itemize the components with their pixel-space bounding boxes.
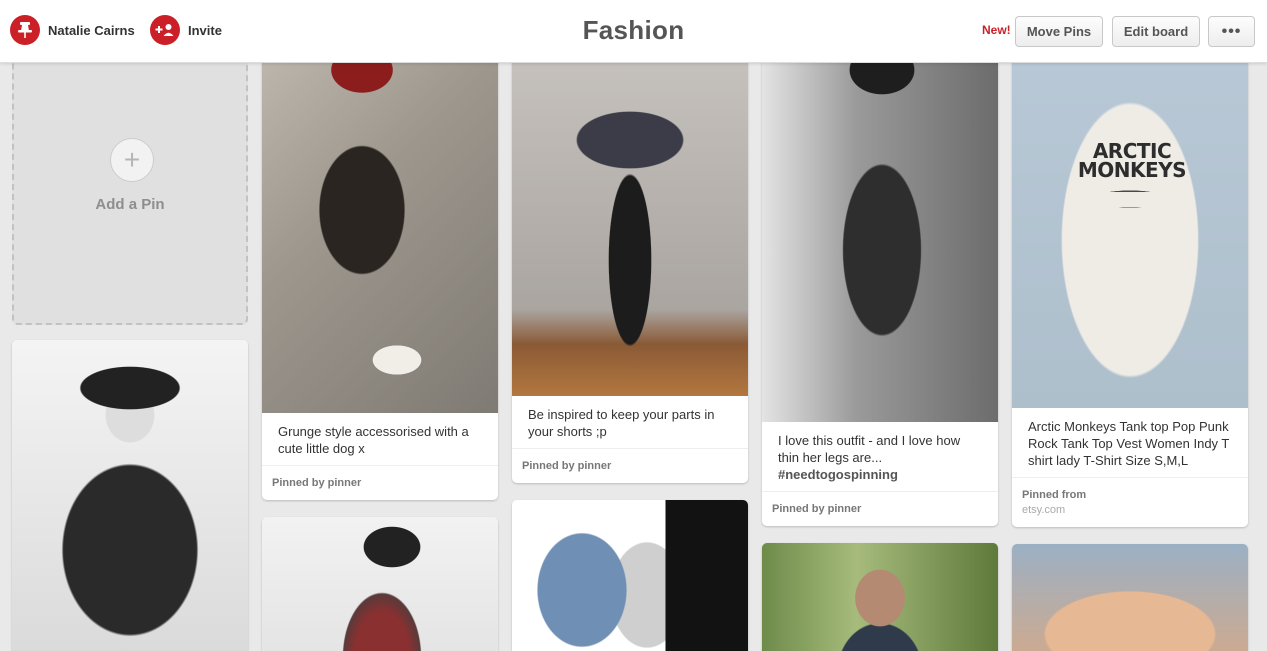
pin-card[interactable]: I love this outfit - and I love how thin… xyxy=(762,50,998,526)
pin-image[interactable] xyxy=(1012,544,1248,651)
pin-card[interactable]: Grunge style accessorised with a cute li… xyxy=(262,50,498,500)
pin-image[interactable]: ARCTIC MONKEYS xyxy=(1012,50,1248,408)
pin-image[interactable] xyxy=(12,340,248,651)
pin-card[interactable]: ARCTIC MONKEYS Arctic Monkeys Tank top P… xyxy=(1012,50,1248,527)
pin-card[interactable] xyxy=(512,500,748,651)
sound-wave-graphic xyxy=(1077,190,1183,300)
pinned-by[interactable]: Pinned by pinner xyxy=(262,465,498,500)
pin-card[interactable] xyxy=(1012,544,1248,651)
pinned-by[interactable]: Pinned by pinner xyxy=(762,491,998,526)
pin-hashtag[interactable]: #needtogospinning xyxy=(778,466,982,483)
more-options-button[interactable]: ••• xyxy=(1208,16,1255,47)
pin-image[interactable] xyxy=(762,543,998,651)
new-badge: New! xyxy=(982,23,1011,37)
pin-image[interactable] xyxy=(262,50,498,413)
pin-description: I love this outfit - and I love how thin… xyxy=(762,422,998,491)
plus-icon: + xyxy=(110,138,154,182)
shirt-print-text: ARCTIC MONKEYS xyxy=(1077,139,1187,182)
pin-image[interactable] xyxy=(512,500,748,651)
pinned-by[interactable]: Pinned by pinner xyxy=(512,448,748,483)
pin-image[interactable] xyxy=(762,50,998,422)
move-pins-button[interactable]: Move Pins xyxy=(1015,16,1103,47)
pin-card[interactable] xyxy=(762,543,998,651)
pinned-from[interactable]: Pinned from etsy.com xyxy=(1012,477,1248,527)
pin-description: Arctic Monkeys Tank top Pop Punk Rock Ta… xyxy=(1028,419,1230,468)
pin-image[interactable] xyxy=(262,517,498,651)
add-pin-tile[interactable]: + Add a Pin xyxy=(12,50,248,325)
pin-card[interactable]: Be inspired to keep your parts in your s… xyxy=(512,50,748,483)
pin-image[interactable] xyxy=(512,50,748,396)
pin-description-text: I love this outfit - and I love how thin… xyxy=(778,433,961,465)
pin-source-link[interactable]: etsy.com xyxy=(1022,504,1238,516)
edit-board-button[interactable]: Edit board xyxy=(1112,16,1200,47)
pin-description: Be inspired to keep your parts in your s… xyxy=(528,407,715,439)
add-pin-label: Add a Pin xyxy=(95,196,165,213)
pin-card[interactable] xyxy=(12,340,248,651)
pin-description: Grunge style accessorised with a cute li… xyxy=(278,424,469,456)
pin-card[interactable] xyxy=(262,517,498,651)
pinned-from-label: Pinned from xyxy=(1022,489,1087,501)
board-header: Natalie Cairns Invite Fashion New! Move … xyxy=(0,0,1267,63)
